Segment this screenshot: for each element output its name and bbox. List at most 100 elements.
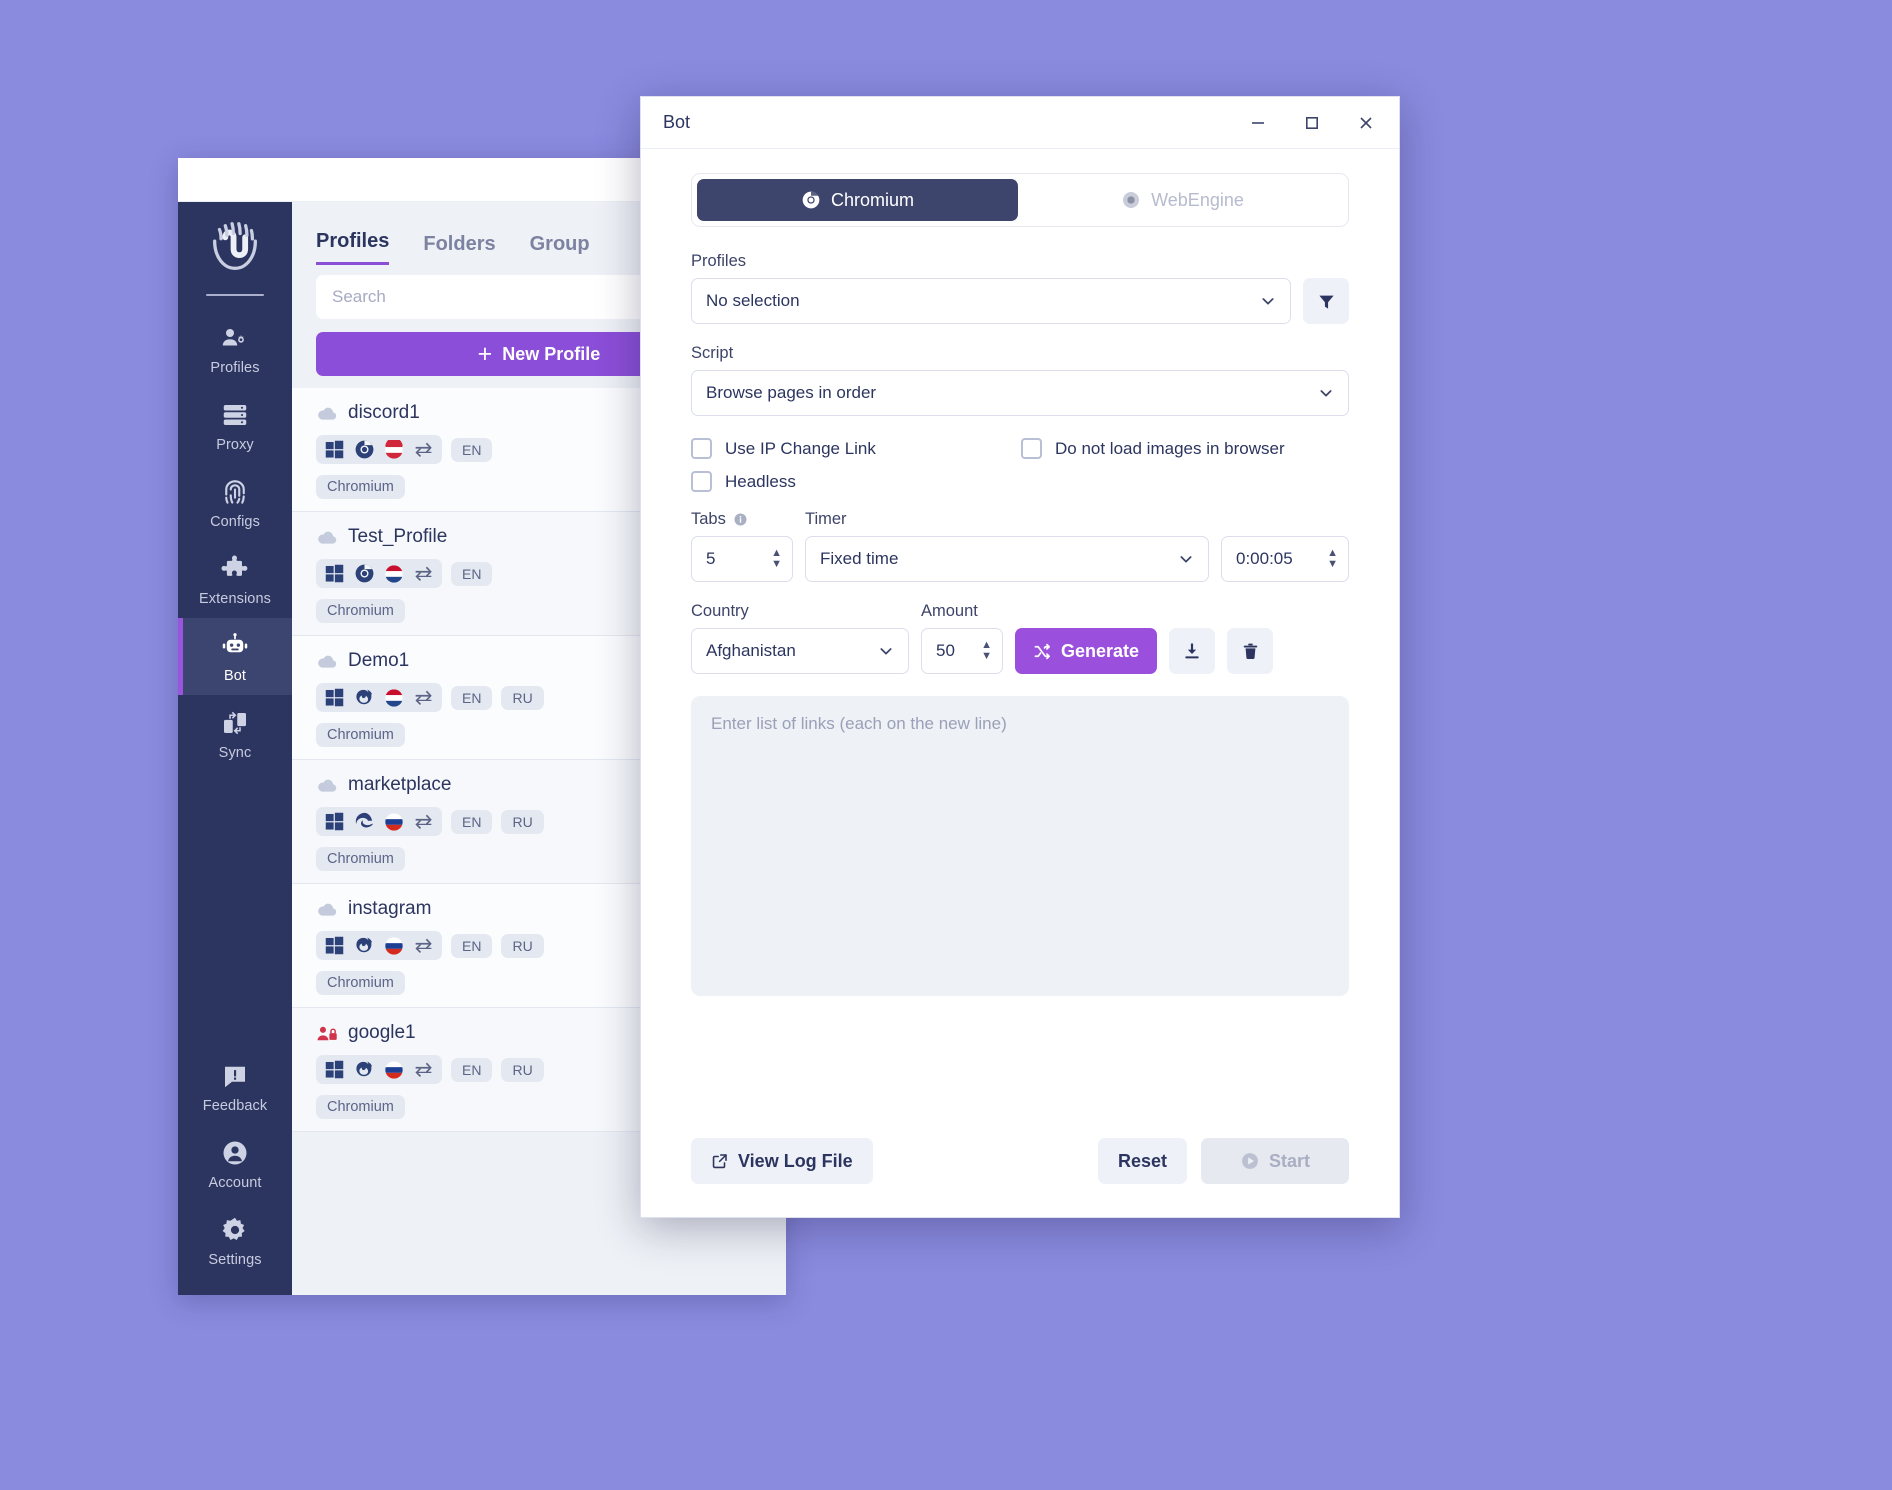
windows-icon [324, 687, 345, 708]
timer-duration-stepper[interactable]: 0:00:05 ▲ ▼ [1221, 536, 1349, 582]
tab-webengine-label: WebEngine [1151, 189, 1244, 210]
profile-icon-group [316, 559, 442, 588]
flag-icon-austria [384, 439, 404, 460]
engine-pill: Chromium [316, 599, 405, 623]
download-icon [1185, 643, 1199, 659]
country-select[interactable]: Afghanistan [691, 628, 909, 674]
sidebar-item-sync[interactable]: Sync [178, 695, 292, 772]
tab-chromium-label: Chromium [830, 189, 914, 210]
start-button[interactable]: Start [1201, 1138, 1349, 1184]
tabs-timer-labels: Tabs Timer [691, 510, 1349, 529]
language-pill: RU [501, 1057, 544, 1082]
proxy-swap-icon [413, 813, 434, 830]
amount-stepper[interactable]: 50 ▲ ▼ [921, 628, 1003, 674]
amount-value: 50 [936, 641, 955, 660]
account-icon [223, 1141, 247, 1165]
timer-duration-value: 0:00:05 [1236, 549, 1293, 568]
dialog-title: Bot [663, 112, 691, 132]
language-pill: EN [451, 685, 493, 710]
view-log-file-button[interactable]: View Log File [691, 1138, 873, 1184]
chevron-down-icon [1180, 556, 1192, 563]
cloud-icon [316, 653, 338, 669]
sidebar-item-label: Configs [210, 514, 260, 530]
cloud-icon [316, 405, 338, 421]
sidebar-item-extensions[interactable]: Extensions [178, 541, 292, 618]
download-button[interactable] [1169, 628, 1216, 674]
reset-button[interactable]: Reset [1097, 1138, 1187, 1184]
firefox-icon [354, 935, 375, 956]
profile-name: discord1 [348, 402, 420, 423]
stepper-arrows[interactable]: ▲ ▼ [771, 548, 782, 570]
filter-button[interactable] [1303, 278, 1349, 324]
tab-group[interactable]: Group [530, 233, 590, 265]
flag-icon-netherlands [384, 688, 404, 708]
minimize-button[interactable] [1231, 98, 1285, 148]
country-amount-labels: Country Amount [691, 602, 1349, 621]
delete-button[interactable] [1227, 628, 1274, 674]
tabs-field-label: Tabs [691, 510, 726, 528]
language-pill: RU [501, 809, 544, 834]
feedback-icon [225, 1066, 245, 1088]
windows-icon [324, 439, 345, 460]
language-pill: EN [451, 437, 493, 462]
checkbox-use-ip-change-link[interactable]: Use IP Change Link [691, 438, 1021, 459]
sidebar-item-feedback[interactable]: Feedback [178, 1048, 292, 1125]
sidebar-item-bot[interactable]: Bot [178, 618, 292, 695]
language-pill: EN [451, 933, 493, 958]
timer-mode-value: Fixed time [820, 549, 899, 568]
maximize-icon [1305, 116, 1318, 129]
start-label: Start [1268, 1150, 1310, 1171]
play-icon [1242, 1153, 1258, 1169]
close-button[interactable] [1339, 98, 1393, 148]
cloud-icon [316, 777, 338, 793]
checkbox-do-not-load-images[interactable]: Do not load images in browser [1021, 438, 1285, 459]
sidebar-item-settings[interactable]: Settings [178, 1202, 292, 1279]
tabs-stepper[interactable]: 5 ▲ ▼ [691, 536, 793, 582]
generate-label: Generate [1061, 640, 1140, 661]
checkbox-box[interactable] [691, 438, 712, 459]
webengine-icon [1123, 192, 1140, 208]
script-select[interactable]: Browse pages in order [691, 370, 1349, 416]
tab-webengine[interactable]: WebEngine [1022, 179, 1343, 221]
footer-actions: Reset Start [1097, 1138, 1349, 1184]
checkbox-box[interactable] [691, 471, 712, 492]
extensions-icon [221, 555, 248, 576]
sidebar-item-label: Proxy [216, 437, 254, 453]
language-pill: EN [451, 1057, 493, 1082]
sidebar-item-configs[interactable]: Configs [178, 464, 292, 541]
sidebar-item-profiles[interactable]: Profiles [178, 310, 292, 387]
profiles-select[interactable]: No selection [691, 278, 1291, 324]
view-log-file-label: View Log File [738, 1150, 853, 1171]
checkbox-box[interactable] [1021, 438, 1042, 459]
bot-icon [222, 633, 248, 653]
chrome-icon [802, 191, 820, 209]
timer-mode-select[interactable]: Fixed time [805, 536, 1209, 582]
maximize-button[interactable] [1285, 98, 1339, 148]
tab-chromium[interactable]: Chromium [697, 179, 1018, 221]
links-textarea[interactable]: Enter list of links (each on the new lin… [691, 696, 1349, 996]
checkbox-label: Do not load images in browser [1055, 438, 1285, 458]
script-field-label: Script [691, 344, 734, 362]
checkbox-label: Use IP Change Link [725, 438, 876, 458]
proxy-swap-icon [413, 689, 434, 706]
tab-folders[interactable]: Folders [423, 233, 495, 265]
firefox-icon [354, 687, 375, 708]
chevron-down-icon [1262, 298, 1274, 305]
sidebar-item-proxy[interactable]: Proxy [178, 387, 292, 464]
generate-button[interactable]: Generate [1015, 628, 1158, 674]
trash-icon [1243, 643, 1257, 659]
stepper-arrows[interactable]: ▲ ▼ [981, 640, 992, 662]
country-select-value: Afghanistan [706, 641, 796, 660]
checkbox-headless[interactable]: Headless [691, 471, 1349, 492]
engine-pill: Chromium [316, 723, 405, 747]
filter-icon [1318, 295, 1334, 309]
stepper-arrows[interactable]: ▲ ▼ [1327, 548, 1338, 570]
tab-profiles[interactable]: Profiles [316, 230, 390, 265]
firefox-icon [354, 1059, 375, 1080]
sidebar-item-account[interactable]: Account [178, 1125, 292, 1202]
info-icon[interactable] [733, 512, 748, 527]
links-placeholder: Enter list of links (each on the new lin… [711, 714, 1007, 733]
proxy-swap-icon [413, 565, 434, 582]
chevron-down-icon [880, 648, 892, 655]
window-controls [1231, 98, 1393, 148]
